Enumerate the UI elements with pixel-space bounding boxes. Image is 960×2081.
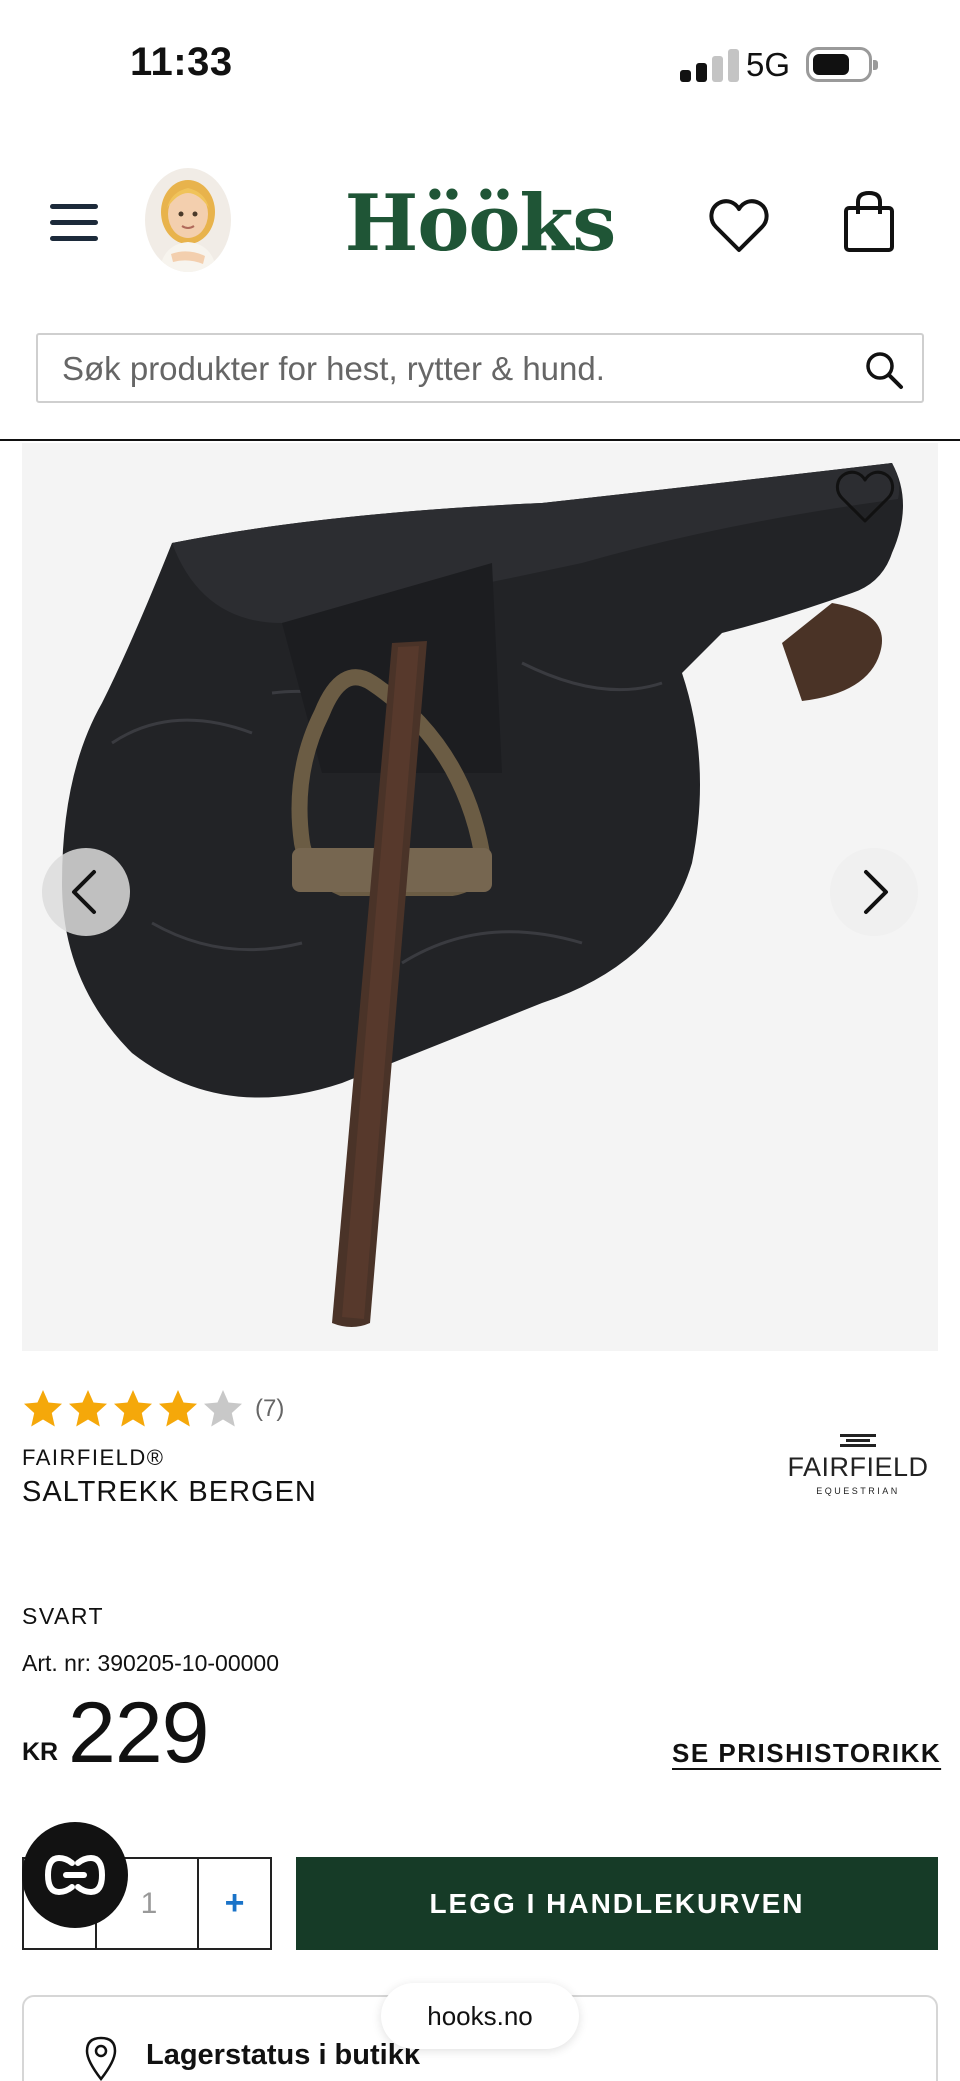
gallery-next-chevron-right-icon[interactable] xyxy=(830,848,918,936)
brand-logo[interactable]: FAIRFIELD EQUESTRIAN xyxy=(778,1430,938,1500)
star-icon xyxy=(114,1390,152,1427)
brand-logo-sub: EQUESTRIAN xyxy=(816,1486,900,1496)
brand-logo-word: FAIRFIELD xyxy=(787,1452,929,1482)
product-image-gallery[interactable] xyxy=(22,443,938,1351)
star-icon xyxy=(204,1390,242,1427)
search-bar xyxy=(36,333,924,403)
star-icon xyxy=(69,1390,107,1427)
product-rating[interactable]: (7) xyxy=(22,1386,284,1432)
star-icon xyxy=(159,1390,197,1427)
article-number: Art. nr: 390205-10-00000 xyxy=(22,1650,280,1676)
network-type: 5G xyxy=(746,46,791,83)
cellular-signal-icon xyxy=(680,48,742,82)
header-divider xyxy=(0,439,960,441)
status-bar: 11:33 5G xyxy=(0,0,960,130)
search-input[interactable] xyxy=(62,347,842,391)
shopping-bag-icon[interactable] xyxy=(840,190,900,254)
quantity-increase-button[interactable]: + xyxy=(197,1859,270,1948)
location-pin-icon xyxy=(84,2035,118,2081)
chat-widget-button[interactable] xyxy=(22,1822,128,1928)
product-favorite-heart-icon[interactable] xyxy=(834,469,896,525)
price-currency: KR xyxy=(22,1738,59,1766)
hamburger-menu-icon[interactable] xyxy=(50,202,102,244)
product-brand[interactable]: FAIRFIELD® xyxy=(22,1445,164,1471)
add-to-cart-button[interactable]: LEGG I HANDLEKURVEN xyxy=(296,1857,938,1950)
site-logo[interactable]: Hööks xyxy=(300,178,660,269)
heart-icon[interactable] xyxy=(708,198,770,254)
status-time: 11:33 xyxy=(130,40,233,84)
star-icon xyxy=(24,1390,62,1427)
chat-logo-icon xyxy=(44,1854,106,1896)
site-header: Hööks xyxy=(0,130,960,320)
product-title: SALTREKK BERGEN xyxy=(22,1476,317,1508)
product-price: 229 xyxy=(68,1685,209,1781)
avatar[interactable] xyxy=(145,168,231,272)
product-color: SVART xyxy=(22,1603,105,1629)
product-image xyxy=(62,463,903,1327)
brand-logo-lines-icon xyxy=(840,1434,876,1448)
browser-url-bar[interactable]: hooks.no xyxy=(381,1983,579,2049)
gallery-previous-chevron-left-icon[interactable] xyxy=(42,848,130,936)
battery-icon xyxy=(806,47,878,82)
store-stock-label: Lagerstatus i butikk xyxy=(146,2039,420,2071)
search-icon[interactable] xyxy=(864,350,904,390)
review-count[interactable]: (7) xyxy=(255,1395,284,1423)
price-history-link[interactable]: SE PRISHISTORIKK xyxy=(672,1738,941,1769)
